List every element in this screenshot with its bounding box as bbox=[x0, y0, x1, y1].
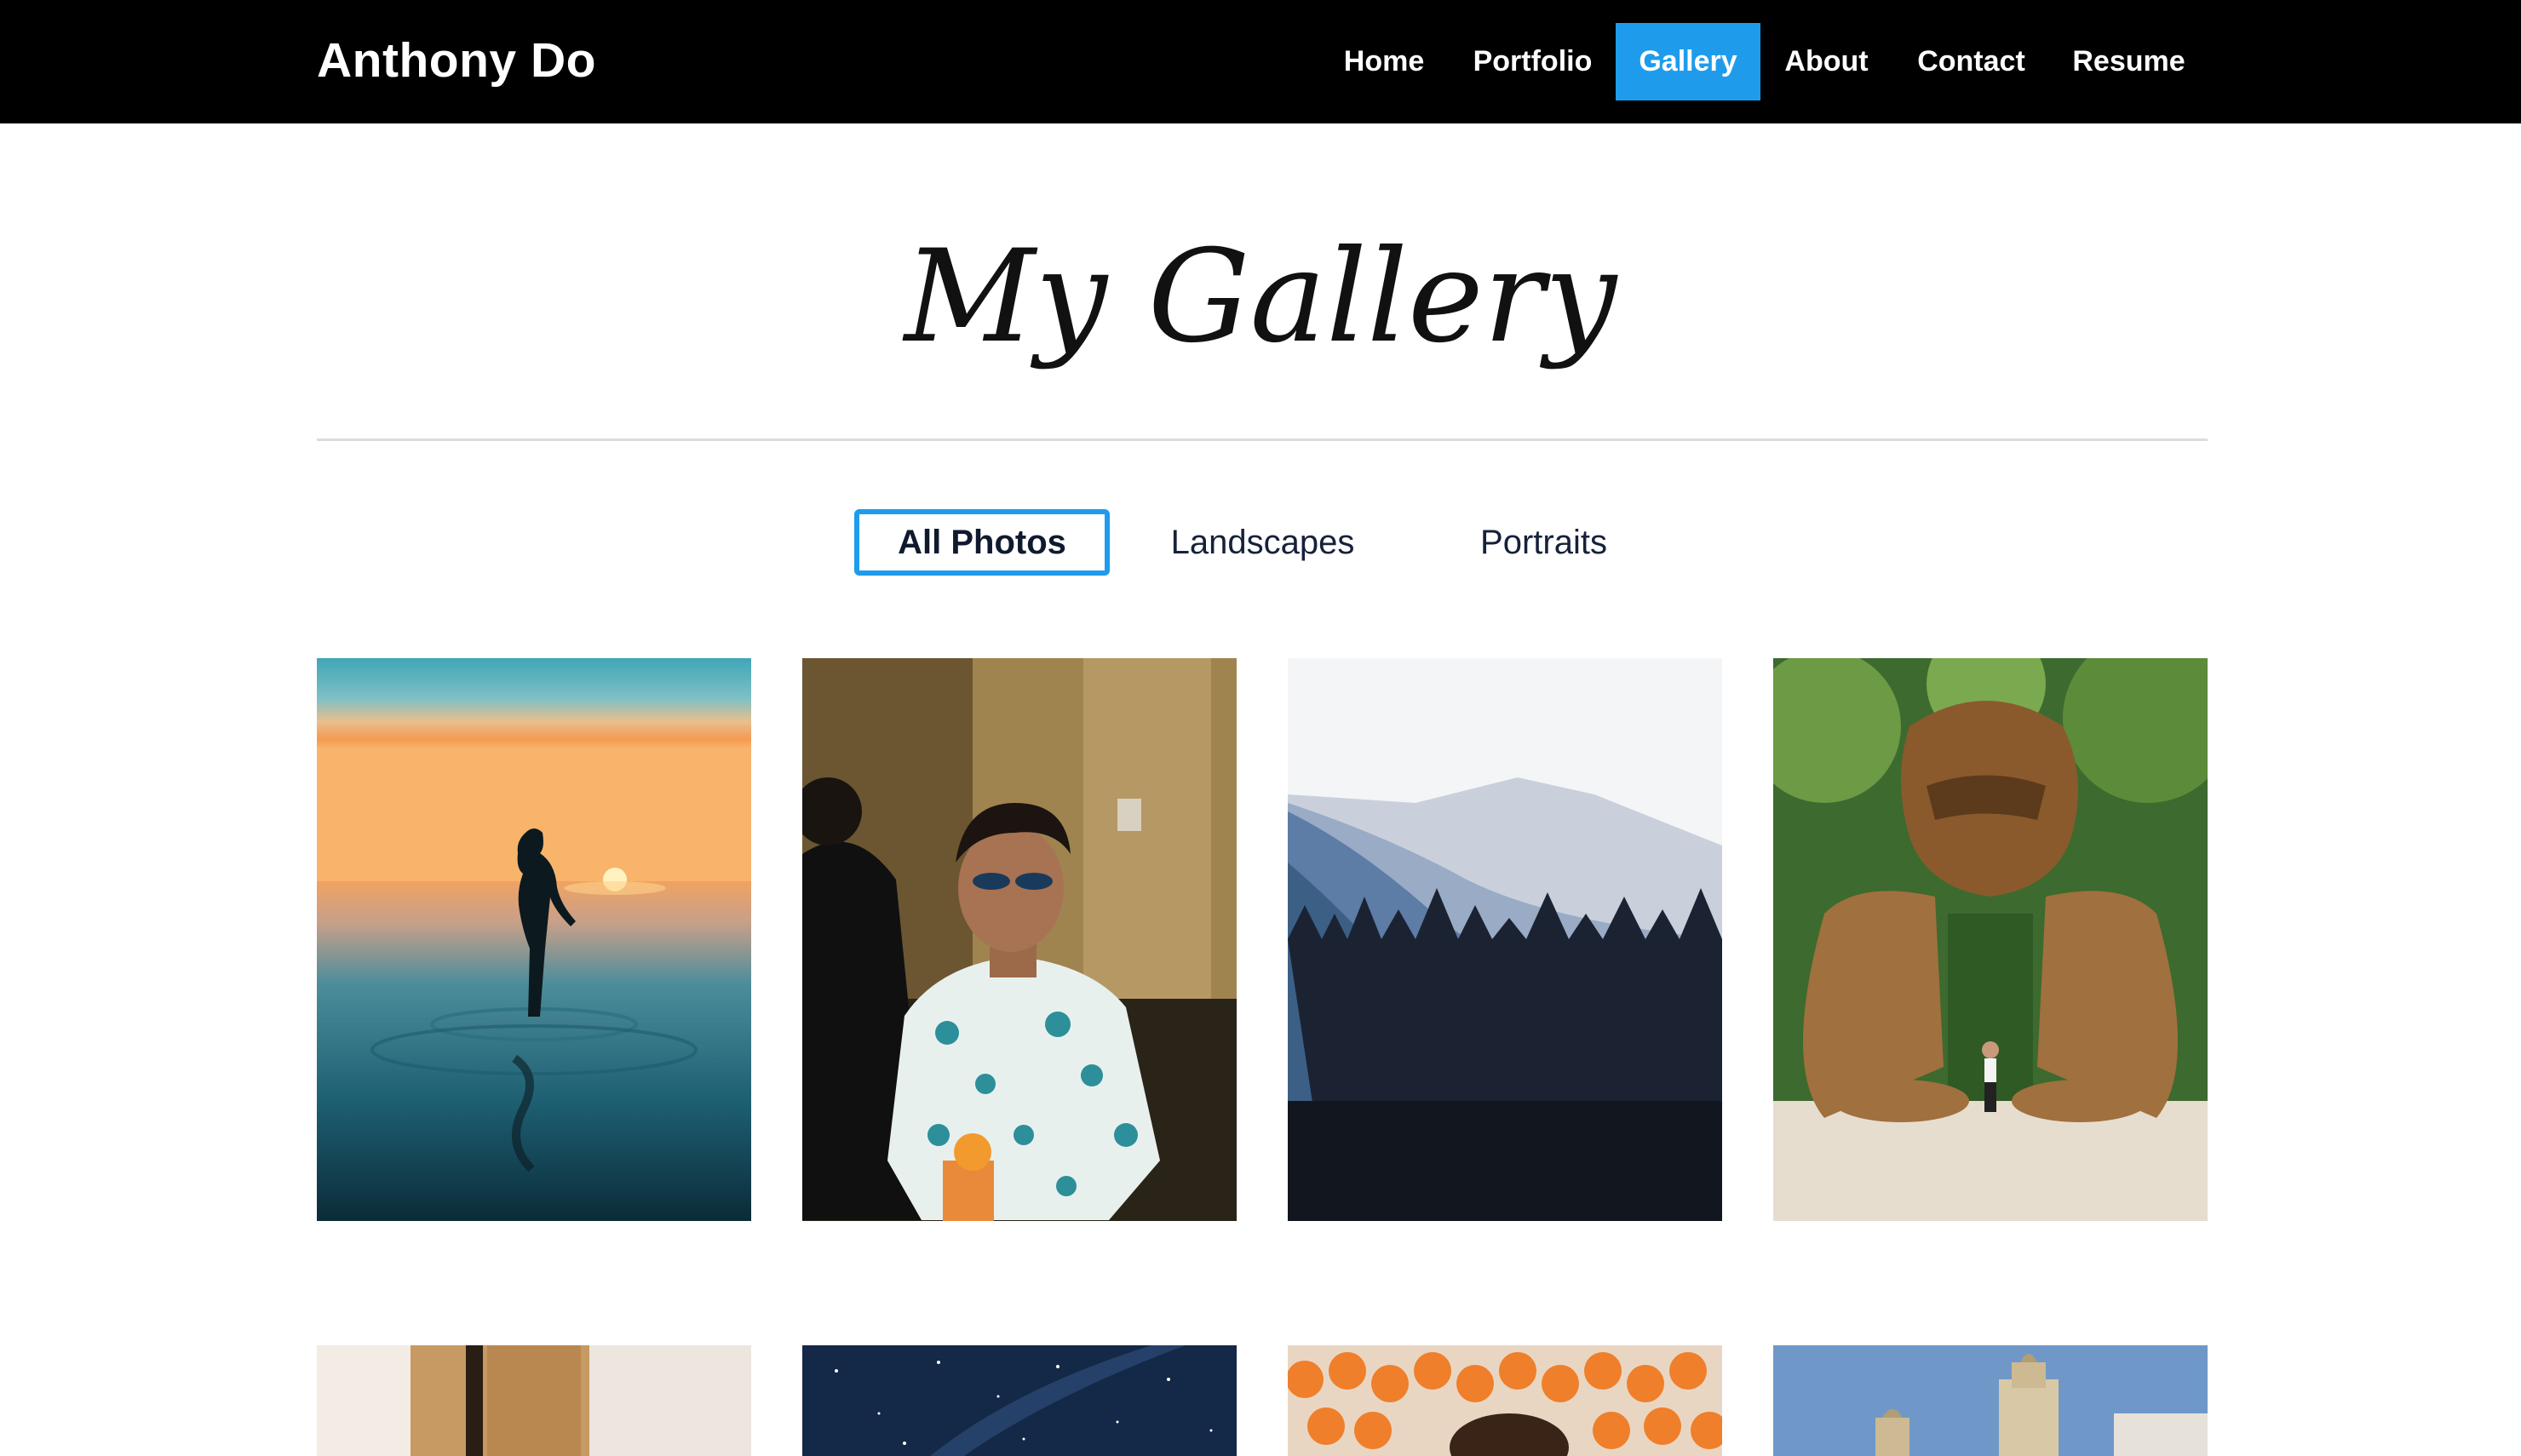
man-floral-shirt-image bbox=[802, 658, 1237, 1221]
photo-man-floral-shirt[interactable] bbox=[802, 658, 1237, 1221]
photo-orange-fruits[interactable] bbox=[1288, 1345, 1722, 1456]
nav-about[interactable]: About bbox=[1769, 23, 1884, 100]
page-title: My Gallery bbox=[0, 213, 2521, 417]
filter-portraits[interactable]: Portraits bbox=[1448, 509, 1640, 576]
orange-fruits-image bbox=[1288, 1345, 1722, 1456]
nav-resume[interactable]: Resume bbox=[2059, 23, 2199, 100]
misty-mountains-image bbox=[1288, 658, 1722, 1221]
site-brand[interactable]: Anthony Do bbox=[317, 0, 596, 123]
curtain-window-image bbox=[317, 1345, 751, 1456]
sunset-sea-image bbox=[317, 658, 751, 1221]
nav-gallery[interactable]: Gallery bbox=[1616, 23, 1760, 100]
wooden-sculpture-image bbox=[1773, 658, 2208, 1221]
nav-home[interactable]: Home bbox=[1320, 23, 1448, 100]
photo-wooden-sculpture[interactable] bbox=[1773, 658, 2208, 1221]
top-navbar: Anthony Do Home Portfolio Gallery About … bbox=[0, 0, 2521, 123]
nav-portfolio[interactable]: Portfolio bbox=[1458, 23, 1607, 100]
nav-contact[interactable]: Contact bbox=[1892, 23, 2050, 100]
filter-all-photos[interactable]: All Photos bbox=[854, 509, 1110, 576]
photo-curtain-window[interactable] bbox=[317, 1345, 751, 1456]
photo-sunset-sea[interactable] bbox=[317, 658, 751, 1221]
photo-misty-mountains[interactable] bbox=[1288, 658, 1722, 1221]
photo-church-tower[interactable] bbox=[1773, 1345, 2208, 1456]
page-title-text: My Gallery bbox=[902, 223, 1619, 371]
church-tower-image bbox=[1773, 1345, 2208, 1456]
starry-sky-image bbox=[802, 1345, 1237, 1456]
photo-starry-sky[interactable] bbox=[802, 1345, 1237, 1456]
filter-landscapes[interactable]: Landscapes bbox=[1150, 509, 1375, 576]
section-divider bbox=[317, 439, 2208, 441]
